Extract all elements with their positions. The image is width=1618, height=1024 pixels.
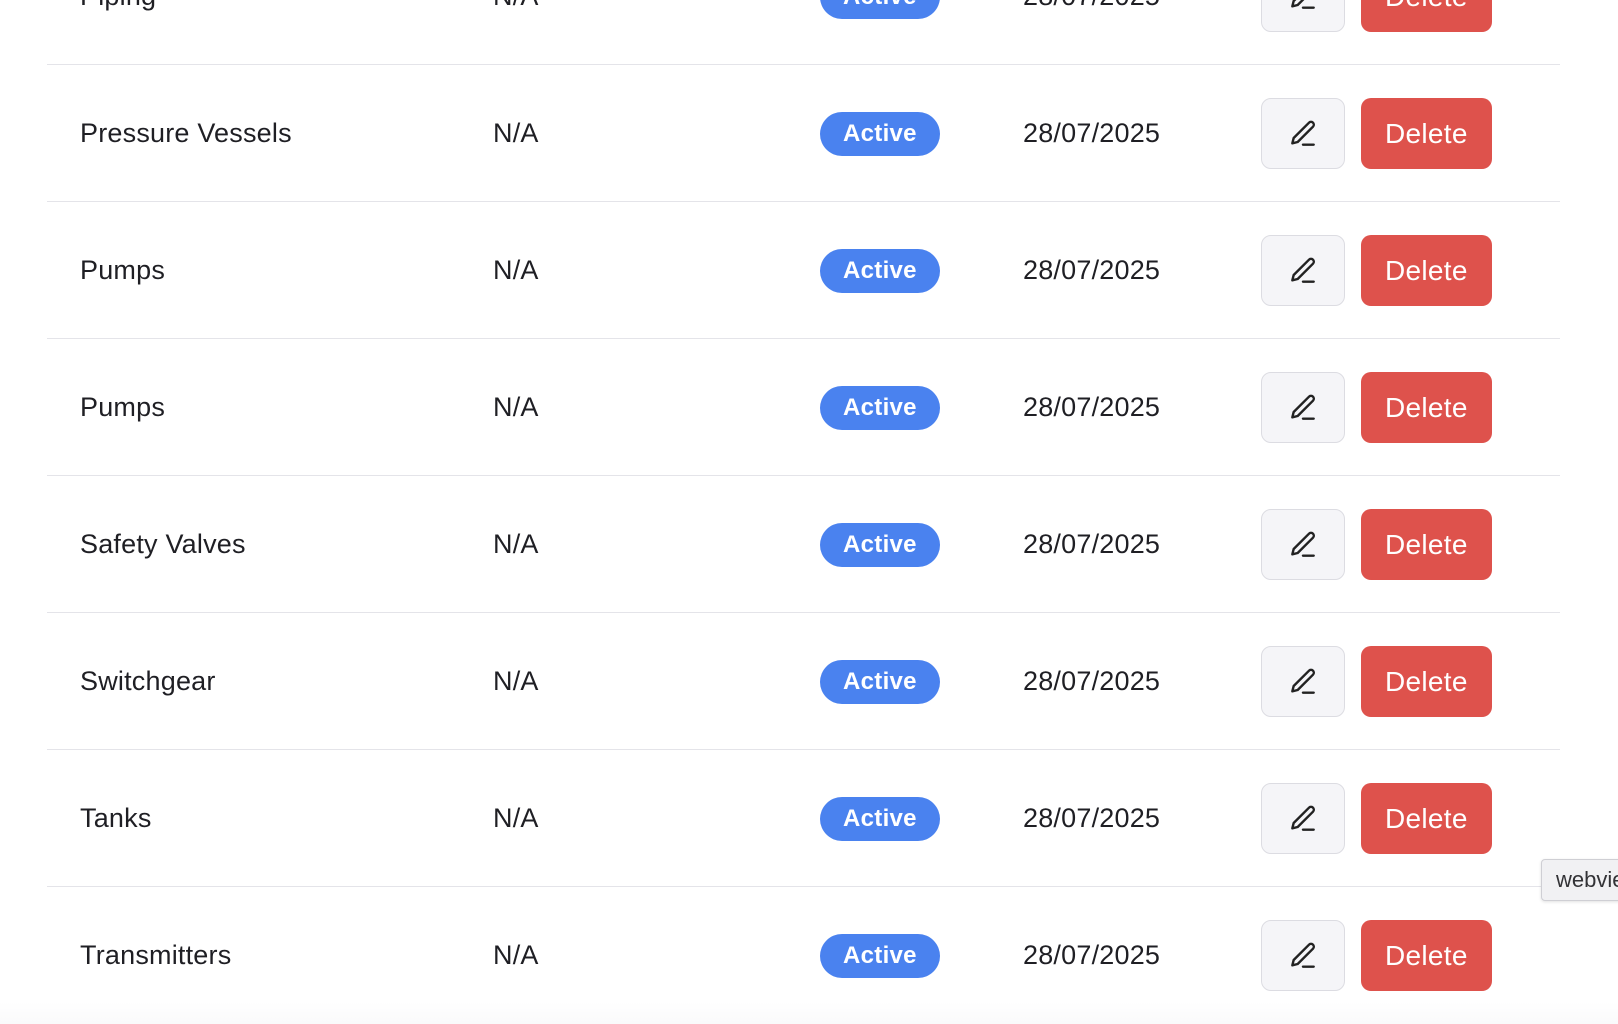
table-row: Pressure Vessels N/A Active 28/07/2025 D… <box>47 65 1560 202</box>
row-actions: Delete <box>1261 0 1492 65</box>
delete-button[interactable]: Delete <box>1361 920 1492 991</box>
row-actions: Delete <box>1261 476 1492 613</box>
pencil-icon <box>1291 120 1316 146</box>
status-badge: Active <box>820 933 940 978</box>
table-row: Safety Valves N/A Active 28/07/2025 Dele… <box>47 476 1560 613</box>
edit-button[interactable] <box>1261 0 1345 32</box>
item-name: Piping <box>80 0 156 65</box>
item-name: Safety Valves <box>80 529 246 559</box>
edit-button[interactable] <box>1261 783 1345 854</box>
edit-button[interactable] <box>1261 235 1345 306</box>
delete-button[interactable]: Delete <box>1361 783 1492 854</box>
status-badge: Active <box>820 0 940 19</box>
edit-button[interactable] <box>1261 98 1345 169</box>
status-badge: Active <box>820 248 940 293</box>
bottom-fade <box>0 1002 1618 1024</box>
item-date: 28/07/2025 <box>1023 529 1161 559</box>
table-row: Tanks N/A Active 28/07/2025 Delete <box>47 750 1560 887</box>
pencil-icon <box>1291 805 1316 831</box>
delete-button[interactable]: Delete <box>1361 372 1492 443</box>
item-name: Pumps <box>80 255 166 285</box>
pencil-icon <box>1291 668 1316 694</box>
pencil-icon <box>1291 942 1316 968</box>
item-date: 28/07/2025 <box>1023 803 1161 833</box>
item-date: 28/07/2025 <box>1023 0 1160 65</box>
edit-button[interactable] <box>1261 920 1345 991</box>
delete-button[interactable]: Delete <box>1361 509 1492 580</box>
status-badge: Active <box>820 385 940 430</box>
status-badge: Active <box>820 659 940 704</box>
delete-button[interactable]: Delete <box>1361 0 1492 32</box>
item-name: Switchgear <box>80 666 216 696</box>
item-code: N/A <box>493 392 539 422</box>
pencil-icon <box>1291 0 1315 9</box>
item-date: 28/07/2025 <box>1023 118 1161 148</box>
table-row: Pumps N/A Active 28/07/2025 Delete <box>47 339 1560 476</box>
item-date: 28/07/2025 <box>1023 666 1161 696</box>
delete-button[interactable]: Delete <box>1361 646 1492 717</box>
row-actions: Delete <box>1261 339 1492 476</box>
pencil-icon <box>1291 531 1316 557</box>
delete-button[interactable]: Delete <box>1361 235 1492 306</box>
item-date: 28/07/2025 <box>1023 392 1161 422</box>
item-name: Pressure Vessels <box>80 118 292 148</box>
status-badge: Active <box>820 796 940 841</box>
status-badge: Active <box>820 111 940 156</box>
page: Piping N/A Active 28/07/2025 Delete Pres… <box>0 0 1618 1024</box>
table-row: Switchgear N/A Active 28/07/2025 Delete <box>47 613 1560 750</box>
items-table: Piping N/A Active 28/07/2025 Delete Pres… <box>47 0 1560 1024</box>
table-row: Piping N/A Active 28/07/2025 Delete <box>47 0 1560 65</box>
row-actions: Delete <box>1261 65 1492 202</box>
row-actions: Delete <box>1261 750 1492 887</box>
row-actions: Delete <box>1261 613 1492 750</box>
edit-button[interactable] <box>1261 372 1345 443</box>
edit-button[interactable] <box>1261 509 1345 580</box>
item-name: Pumps <box>80 392 166 422</box>
pencil-icon <box>1291 257 1316 283</box>
item-code: N/A <box>493 803 539 833</box>
edit-button[interactable] <box>1261 646 1345 717</box>
item-date: 28/07/2025 <box>1023 255 1161 285</box>
pencil-icon <box>1291 394 1316 420</box>
item-name: Tanks <box>80 803 152 833</box>
status-badge: Active <box>820 522 940 567</box>
delete-button[interactable]: Delete <box>1361 98 1492 169</box>
row-actions: Delete <box>1261 202 1492 339</box>
item-code: N/A <box>493 0 539 65</box>
table-row: Pumps N/A Active 28/07/2025 Delete <box>47 202 1560 339</box>
item-code: N/A <box>493 255 539 285</box>
item-code: N/A <box>493 118 539 148</box>
item-code: N/A <box>493 529 539 559</box>
item-code: N/A <box>493 666 539 696</box>
tooltip: webvie <box>1541 859 1618 901</box>
